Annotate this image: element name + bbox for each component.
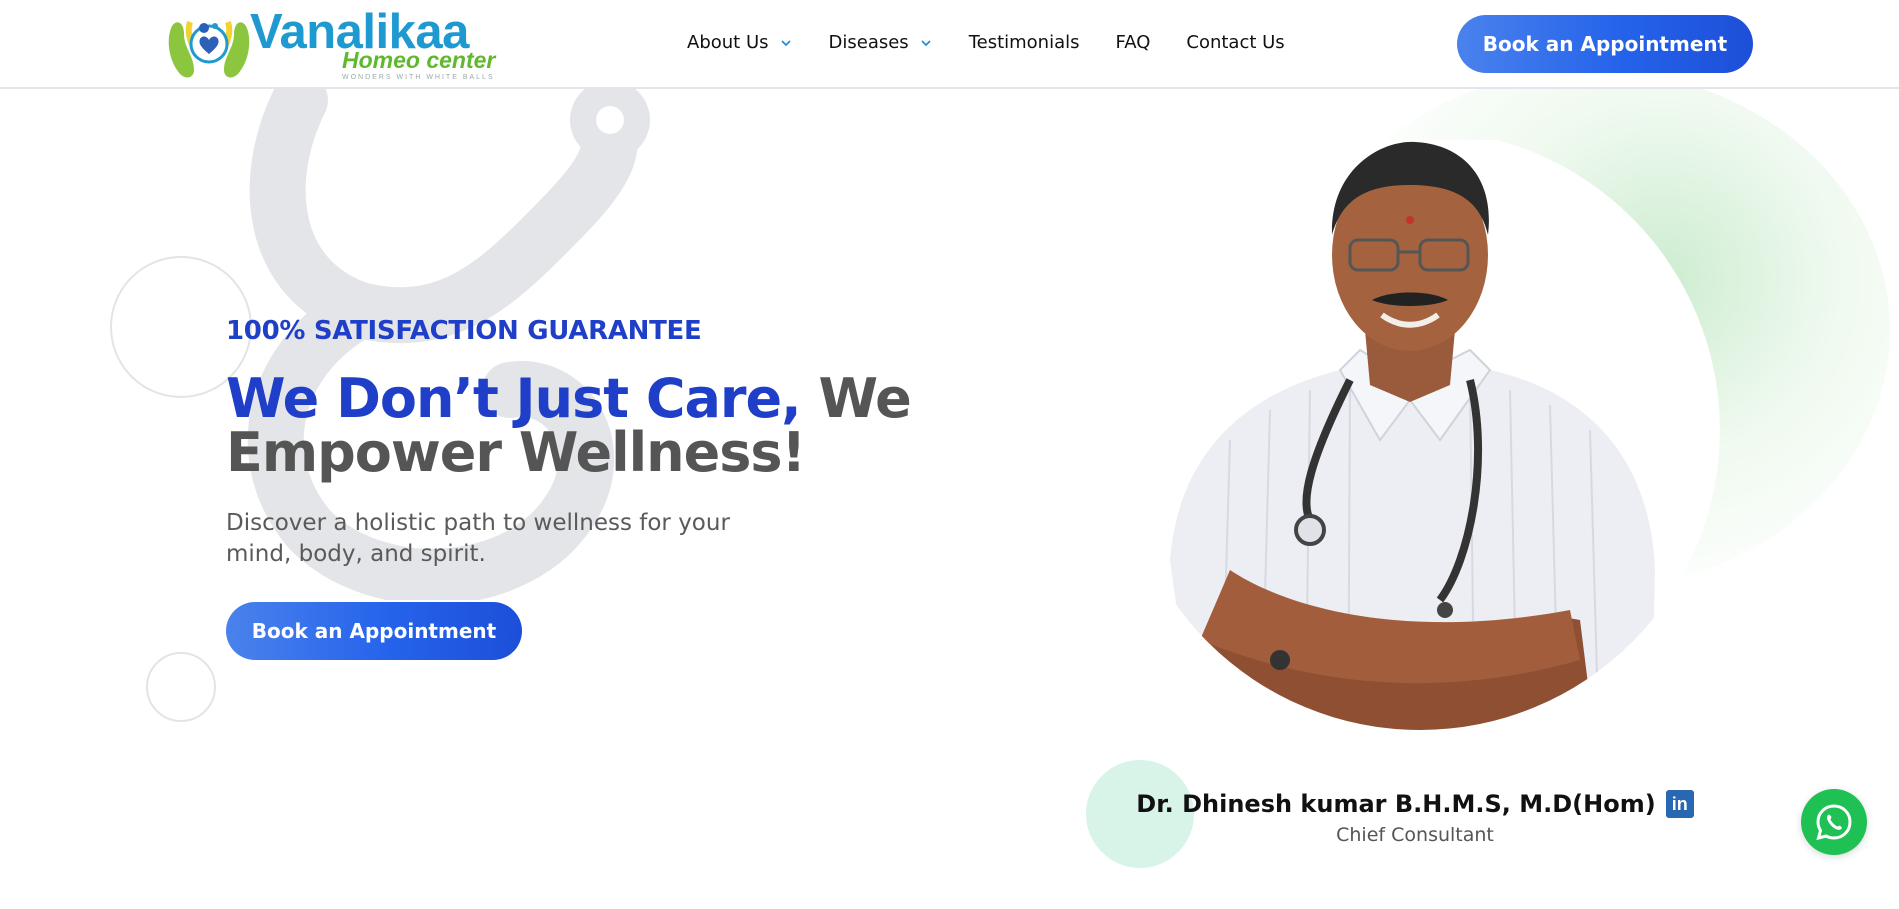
doctor-name-text: Dr. Dhinesh kumar B.H.M.S, M.D(Hom) [1136, 790, 1656, 818]
main-nav: About Us Diseases Testimonials FAQ Conta… [687, 32, 1321, 53]
decorative-ring [146, 652, 216, 722]
nav-item-label: Diseases [828, 32, 909, 53]
nav-item-diseases[interactable]: Diseases [829, 32, 933, 53]
linkedin-icon[interactable]: in [1665, 790, 1694, 818]
nav-item-faq[interactable]: FAQ [1116, 32, 1151, 53]
hero-headline: We Don’t Just Care, We Empower Wellness! [226, 372, 926, 480]
nav-item-label: FAQ [1115, 32, 1151, 53]
site-header: Vanalikaa Homeo center WONDERS WITH WHIT… [0, 0, 1899, 89]
hero-section: 100% SATISFACTION GUARANTEE We Don’t Jus… [226, 316, 926, 570]
nav-item-label: Contact Us [1186, 32, 1285, 53]
logo-hands-heart-icon [168, 21, 250, 78]
chevron-down-icon [921, 39, 931, 46]
hero-subtext: Discover a holistic path to wellness for… [226, 510, 730, 567]
chevron-down-icon [780, 39, 791, 46]
whatsapp-chat-button[interactable] [1801, 789, 1867, 855]
logo[interactable]: Vanalikaa Homeo center WONDERS WITH WHIT… [164, 5, 504, 82]
hero-book-appointment-button[interactable]: Book an Appointment [226, 602, 522, 660]
hero-eyebrow: 100% SATISFACTION GUARANTEE [226, 316, 702, 346]
brand-subtitle: Homeo center [342, 47, 496, 73]
doctor-role: Chief Consultant [1336, 824, 1494, 846]
brand-tagline: WONDERS WITH WHITE BALLS [342, 74, 495, 81]
nav-item-label: Testimonials [968, 32, 1080, 53]
nav-item-contact-us[interactable]: Contact Us [1186, 32, 1284, 53]
header-book-appointment-button[interactable]: Book an Appointment [1457, 15, 1753, 73]
nav-item-testimonials[interactable]: Testimonials [969, 32, 1080, 53]
doctor-caption: Dr. Dhinesh kumar B.H.M.S, M.D(Hom) in C… [1110, 790, 1720, 846]
whatsapp-icon [1816, 804, 1852, 841]
doctor-name: Dr. Dhinesh kumar B.H.M.S, M.D(Hom) in [1136, 790, 1694, 818]
doctor-portrait [1120, 140, 1720, 730]
nav-item-label: About Us [687, 32, 769, 53]
nav-item-about-us[interactable]: About Us [687, 32, 793, 53]
